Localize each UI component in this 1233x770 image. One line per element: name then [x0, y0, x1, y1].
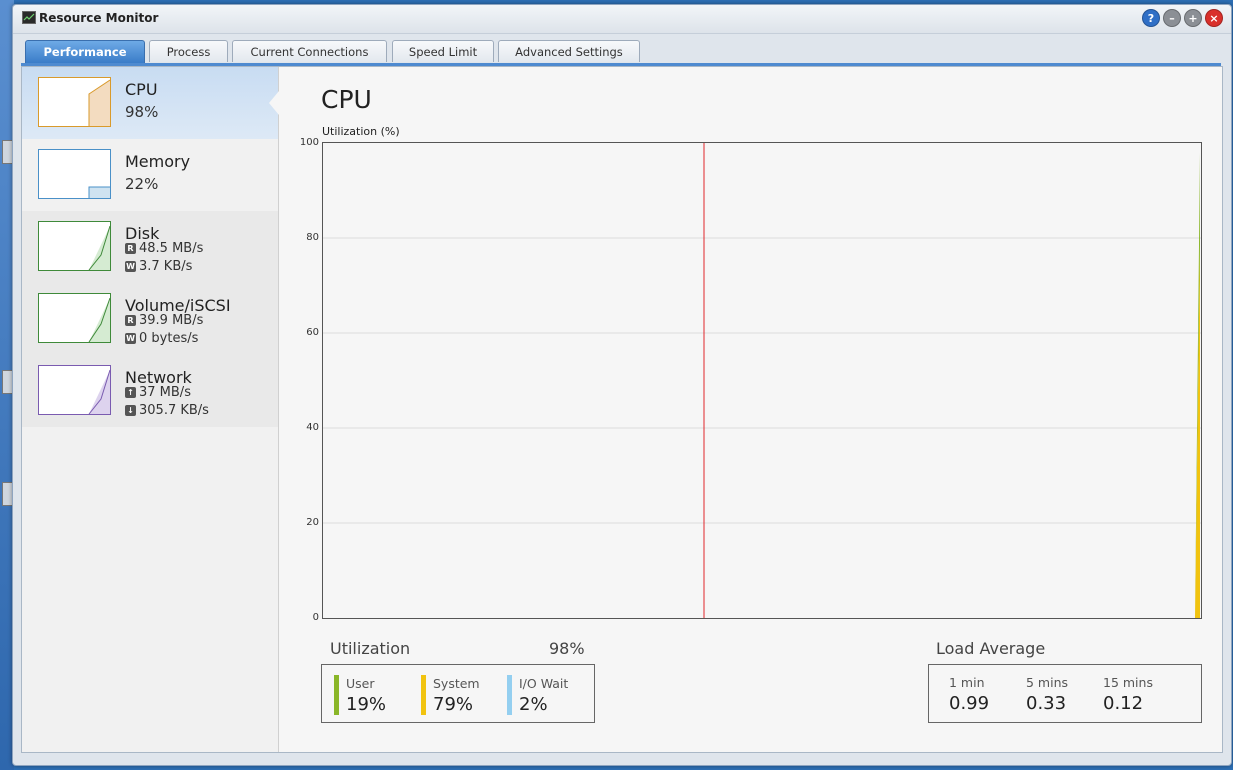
sidebar-item-cpu[interactable]: CPU 98% [22, 67, 278, 139]
stat-label: System [433, 676, 480, 691]
tab-performance[interactable]: Performance [25, 40, 145, 63]
network-download: ↓ 305.7 KB/s [125, 403, 209, 418]
user-color-swatch [334, 675, 339, 715]
y-tick-label: 20 [306, 517, 319, 528]
io-wait-color-swatch [507, 675, 512, 715]
sidebar-item-network[interactable]: Network ↑ 37 MB/s ↓ 305.7 KB/s [22, 355, 278, 427]
upload-arrow-icon: ↑ [125, 387, 136, 398]
y-tick-label: 80 [306, 232, 319, 243]
sidebar-item-disk[interactable]: Disk R 48.5 MB/s W 3.7 KB/s [22, 211, 278, 283]
network-thumbnail-graph [38, 365, 111, 415]
load-value: 0.99 [949, 693, 990, 714]
disk-thumbnail-graph [38, 221, 111, 271]
utilization-breakdown: User 19% System 79% I/O Wait 2% [321, 664, 595, 723]
load-1min: 1 min 0.99 [949, 675, 989, 714]
sidebar-item-volume-iscsi[interactable]: Volume/iSCSI R 39.9 MB/s W 0 bytes/s [22, 283, 278, 355]
maximize-icon[interactable]: + [1184, 9, 1202, 27]
resource-monitor-window: Resource Monitor ? – + × Performance Pro… [12, 4, 1232, 766]
read-icon: R [125, 243, 136, 254]
volume-write: W 0 bytes/s [125, 331, 198, 346]
volume-write-value: 0 bytes/s [139, 331, 199, 346]
selection-pointer [269, 91, 279, 115]
stat-label: I/O Wait [519, 676, 569, 691]
tab-speed-limit[interactable]: Speed Limit [392, 40, 494, 62]
title-bar[interactable]: Resource Monitor ? – + × [13, 5, 1231, 34]
volume-read: R 39.9 MB/s [125, 313, 203, 328]
load-average-box: 1 min 0.99 5 mins 0.33 15 mins 0.12 [928, 664, 1202, 723]
stat-label: User [346, 676, 375, 691]
network-upload-value: 37 MB/s [139, 385, 191, 400]
page-title: CPU [321, 85, 372, 114]
load-label: 1 min [949, 675, 985, 690]
volume-read-value: 39.9 MB/s [139, 313, 204, 328]
chart-canvas [323, 143, 1201, 618]
load-15min: 15 mins 0.12 [1103, 675, 1153, 714]
content-area: CPU 98% Memory 22% Disk R 48.5 MB/s W 3.… [21, 66, 1223, 753]
disk-write-value: 3.7 KB/s [139, 259, 193, 274]
load-label: 5 mins [1026, 675, 1069, 690]
read-icon: R [125, 315, 136, 326]
utilization-value: 98% [549, 639, 585, 658]
utilization-label: Utilization [330, 639, 411, 658]
stat-value: 19% [346, 694, 387, 715]
cpu-utilization-chart [322, 142, 1202, 619]
load-average-label: Load Average [936, 639, 1046, 658]
cpu-thumbnail-graph [38, 77, 111, 127]
network-upload: ↑ 37 MB/s [125, 385, 191, 400]
disk-read: R 48.5 MB/s [125, 241, 203, 256]
memory-thumbnail-graph [38, 149, 111, 199]
write-icon: W [125, 261, 136, 272]
user-area [323, 152, 1200, 618]
minimize-icon[interactable]: – [1163, 9, 1181, 27]
stat-value: 2% [519, 694, 548, 715]
y-tick-label: 100 [299, 137, 319, 148]
write-icon: W [125, 333, 136, 344]
y-tick-label: 0 [312, 612, 319, 623]
sidebar-item-label: Memory [125, 152, 191, 171]
help-icon[interactable]: ? [1142, 9, 1160, 27]
tab-current-connections[interactable]: Current Connections [232, 40, 387, 62]
memory-value: 22% [125, 175, 159, 193]
disk-write: W 3.7 KB/s [125, 259, 192, 274]
y-tick-label: 40 [306, 422, 319, 433]
window-title: Resource Monitor [39, 11, 159, 25]
sidebar-item-label: CPU [125, 80, 158, 99]
network-download-value: 305.7 KB/s [139, 403, 209, 418]
disk-read-value: 48.5 MB/s [139, 241, 204, 256]
system-area [323, 242, 1200, 618]
tab-advanced-settings[interactable]: Advanced Settings [498, 40, 640, 62]
tab-process[interactable]: Process [149, 40, 228, 62]
cpu-value: 98% [125, 103, 159, 121]
system-color-swatch [421, 675, 426, 715]
load-5min: 5 mins 0.33 [1026, 675, 1068, 714]
download-arrow-icon: ↓ [125, 405, 136, 416]
load-value: 0.33 [1026, 693, 1067, 714]
volume-thumbnail-graph [38, 293, 111, 343]
close-icon[interactable]: × [1205, 9, 1223, 27]
cpu-detail-panel: CPU Utilization (%) 100 80 60 40 20 0 Ut… [279, 67, 1222, 752]
window-controls: ? – + × [1142, 9, 1223, 27]
load-value: 0.12 [1103, 693, 1144, 714]
resource-monitor-app-icon [22, 11, 36, 24]
resource-sidebar: CPU 98% Memory 22% Disk R 48.5 MB/s W 3.… [22, 67, 279, 752]
load-label: 15 mins [1103, 675, 1153, 690]
stat-value: 79% [433, 694, 474, 715]
y-axis-label: Utilization (%) [322, 125, 400, 138]
sidebar-item-memory[interactable]: Memory 22% [22, 139, 278, 211]
y-tick-label: 60 [306, 327, 319, 338]
